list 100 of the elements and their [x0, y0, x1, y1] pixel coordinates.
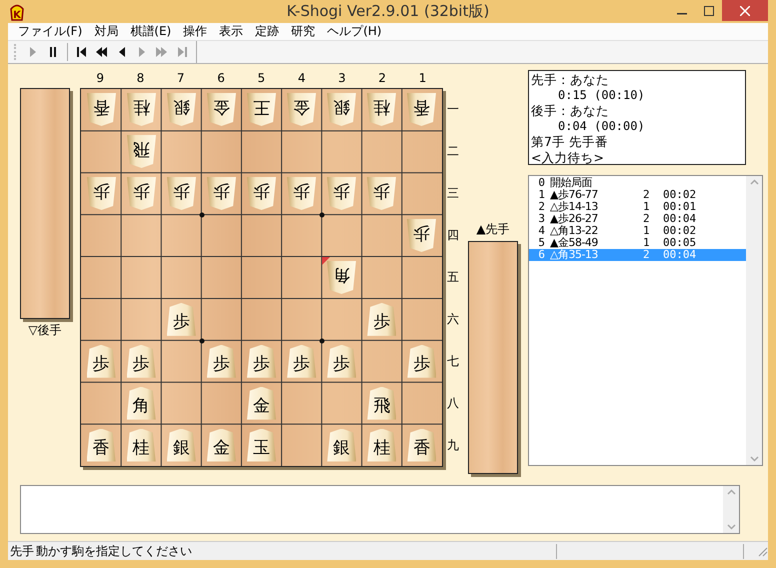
player-time: 0:04 (00:00) — [558, 118, 645, 132]
shogi-piece[interactable]: 銀 — [327, 93, 356, 126]
shogi-piece[interactable]: 飛 — [367, 386, 396, 420]
shogi-piece[interactable]: 歩 — [287, 177, 316, 210]
gote-label: ▽後手 — [28, 322, 62, 339]
menu-item[interactable]: 操作 — [177, 23, 214, 40]
shogi-piece[interactable]: 金 — [246, 386, 276, 420]
shogi-piece[interactable]: 歩 — [126, 344, 156, 378]
rank-label: 四 — [446, 226, 460, 244]
file-label: 5 — [256, 70, 266, 84]
sente-label: ▲先手 — [476, 221, 510, 238]
board-dot — [320, 212, 325, 218]
rank-label: 五 — [446, 268, 460, 286]
shogi-piece[interactable]: 歩 — [206, 177, 236, 210]
shogi-piece[interactable]: 歩 — [86, 177, 116, 210]
window-title: K-Shogi Ver2.9.01 (32bit版) — [286, 2, 490, 21]
menu-item[interactable]: ファイル(F) — [12, 23, 88, 40]
close-icon[interactable] — [740, 6, 750, 16]
file-label: 9 — [95, 70, 105, 84]
move-row[interactable]: 4 △角13-22 1 00:02 — [529, 225, 746, 237]
scroll-down-icon[interactable] — [726, 524, 736, 530]
shogi-piece[interactable]: 角 — [126, 386, 156, 420]
move-row[interactable]: 3 ▲歩26-27 2 00:04 — [529, 213, 746, 225]
shogi-piece[interactable]: 歩 — [407, 219, 436, 252]
file-label: 7 — [176, 70, 186, 84]
rank-label: 七 — [446, 352, 460, 370]
menu-item[interactable]: 表示 — [213, 23, 250, 40]
shogi-piece[interactable]: 桂 — [367, 93, 396, 126]
move-row[interactable]: 2 △歩14-13 1 00:01 — [529, 201, 746, 213]
move-row[interactable]: 1 ▲歩76-77 2 00:02 — [529, 189, 746, 201]
board-dot — [320, 338, 325, 344]
status-turn: 先手 — [9, 542, 35, 560]
comment-field[interactable] — [20, 485, 740, 534]
rank-label: 二 — [446, 142, 460, 160]
shogi-piece[interactable]: 歩 — [206, 344, 236, 378]
shogi-piece[interactable]: 歩 — [166, 177, 196, 210]
shogi-piece[interactable]: 歩 — [86, 344, 116, 378]
file-label: 8 — [136, 70, 146, 84]
rank-label: 九 — [446, 436, 460, 454]
menu-item[interactable]: 研究 — [285, 23, 322, 40]
shogi-piece[interactable]: 銀 — [166, 93, 196, 126]
scroll-down-icon[interactable] — [750, 456, 758, 462]
move-row[interactable]: 0 開始局面 — [529, 177, 746, 189]
shogi-piece[interactable]: 飛 — [126, 135, 156, 168]
player-name: 先手：あなた — [531, 72, 609, 87]
shogi-piece[interactable]: 金 — [206, 428, 236, 462]
shogi-piece[interactable]: 玉 — [246, 428, 276, 462]
player-time: 0:15 (00:10) — [558, 88, 645, 102]
rank-label: 三 — [446, 184, 460, 202]
shogi-piece[interactable]: 銀 — [166, 428, 196, 462]
menu-item[interactable]: 棋譜(E) — [124, 23, 178, 40]
status-message: 動かす駒を指定してください — [36, 542, 193, 560]
maximize-icon[interactable] — [704, 6, 714, 16]
shogi-piece[interactable]: 金 — [206, 93, 236, 126]
shogi-piece[interactable]: 香 — [407, 93, 436, 126]
scroll-up-icon[interactable] — [726, 489, 736, 495]
skip-start-icon[interactable] — [75, 45, 89, 59]
shogi-piece[interactable]: 金 — [287, 93, 316, 126]
resize-grip-icon[interactable] — [756, 545, 768, 557]
menu-item[interactable]: ヘルプ(H) — [321, 23, 388, 40]
move-row[interactable]: 5 ▲金58-49 1 00:05 — [529, 237, 746, 249]
shogi-piece[interactable]: 歩 — [327, 344, 356, 378]
menu-item[interactable]: 対局 — [88, 23, 124, 40]
file-label: 3 — [337, 70, 347, 84]
shogi-piece[interactable]: 香 — [86, 93, 116, 126]
rewind-icon[interactable] — [95, 45, 109, 59]
shogi-piece[interactable]: 香 — [86, 428, 116, 462]
shogi-piece[interactable]: 歩 — [166, 302, 196, 336]
scrollbar[interactable] — [723, 486, 739, 533]
shogi-piece[interactable]: 歩 — [367, 302, 396, 336]
shogi-piece[interactable]: 王 — [246, 93, 276, 126]
rank-label: 一 — [446, 100, 460, 118]
player-name: 後手：あなた — [531, 103, 609, 118]
board-dot — [199, 212, 204, 218]
shogi-piece[interactable]: 歩 — [327, 177, 356, 210]
close-button[interactable] — [722, 0, 768, 21]
file-label: 2 — [377, 70, 388, 84]
file-label: 1 — [418, 70, 428, 84]
file-label: 4 — [296, 70, 306, 84]
shogi-piece[interactable]: 角 — [327, 260, 356, 294]
shogi-piece[interactable]: 銀 — [327, 428, 356, 462]
shogi-piece[interactable]: 桂 — [126, 93, 156, 126]
shogi-piece[interactable]: 桂 — [367, 428, 396, 462]
app-logo-icon: K — [9, 2, 25, 20]
shogi-piece[interactable]: 桂 — [126, 428, 156, 462]
rank-label: 八 — [446, 394, 460, 412]
shogi-piece[interactable]: 歩 — [246, 344, 276, 378]
menu-item[interactable]: 定跡 — [249, 23, 286, 40]
scrollbar[interactable] — [746, 176, 762, 465]
shogi-piece[interactable]: 歩 — [287, 344, 316, 378]
shogi-piece[interactable]: 香 — [407, 428, 436, 462]
game-state: <入力待ち> — [531, 150, 604, 164]
shogi-piece[interactable]: 歩 — [407, 344, 436, 378]
scroll-up-icon[interactable] — [750, 179, 758, 185]
shogi-piece[interactable]: 歩 — [246, 177, 276, 210]
move-number: 第7手 先手番 — [531, 134, 608, 149]
rank-label: 六 — [446, 310, 460, 328]
file-label: 6 — [216, 70, 226, 84]
shogi-piece[interactable]: 歩 — [126, 177, 156, 210]
shogi-piece[interactable]: 歩 — [367, 177, 396, 210]
